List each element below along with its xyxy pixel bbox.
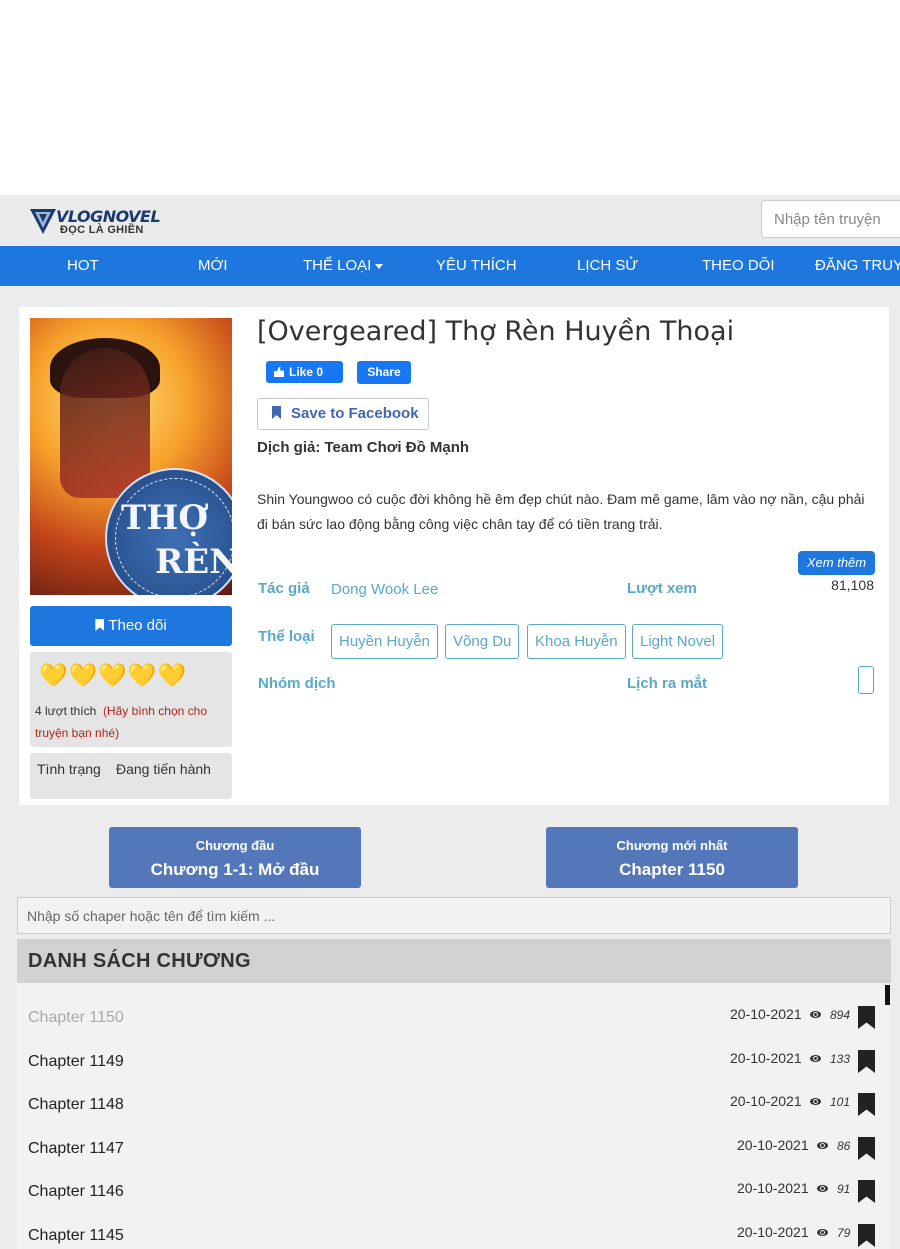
chapter-date: 20-10-2021	[737, 1180, 809, 1196]
chapter-list-title: DANH SÁCH CHƯƠNG	[28, 950, 251, 972]
chapter-date: 20-10-2021	[737, 1224, 809, 1240]
chapter-name[interactable]: Chapter 1150	[28, 1009, 124, 1027]
chapter-row[interactable]: Chapter 1150 20-10-2021 894	[17, 994, 891, 1037]
scrollbar-thumb[interactable]	[885, 985, 890, 1005]
save-to-facebook-button[interactable]: Save to Facebook	[257, 398, 429, 430]
bookmark-icon[interactable]	[858, 1050, 875, 1073]
chapter-date: 20-10-2021	[730, 1006, 802, 1022]
cover-text-1: THỢ	[121, 498, 209, 538]
nav-genre-label: THỂ LOẠI	[303, 257, 372, 274]
chapter-row[interactable]: Chapter 1148 20-10-2021 101	[17, 1081, 891, 1124]
first-chapter-title: Chương 1-1: Mở đầu	[150, 860, 320, 879]
status-value: Đang tiến hành	[116, 761, 211, 777]
eye-icon	[817, 1142, 828, 1149]
save-facebook-label: Save to Facebook	[291, 405, 419, 422]
novel-title: [Overgeared] Thợ Rèn Huyền Thoại	[257, 316, 735, 347]
latest-chapter-title: Chapter 1150	[619, 860, 725, 879]
nav-post-story[interactable]: ĐĂNG TRUYỆN	[815, 246, 900, 286]
site-logo[interactable]: VLOGNOVEL ĐỌC LÀ GHIỀN	[30, 207, 180, 237]
views-count: 81,108	[831, 577, 874, 593]
chapter-views: 894	[830, 1008, 851, 1022]
nav-history[interactable]: LỊCH SỬ	[577, 246, 638, 286]
chapter-row[interactable]: Chapter 1149 20-10-2021 133	[17, 1038, 891, 1081]
chapter-date: 20-10-2021	[737, 1137, 809, 1153]
chapter-date: 20-10-2021	[730, 1093, 802, 1109]
novel-description: Shin Youngwoo có cuộc đời không hề êm đẹ…	[257, 491, 865, 532]
status-box: Tình trạng Đang tiến hành	[30, 753, 232, 799]
chapter-views: 86	[837, 1139, 851, 1153]
rating-hearts[interactable]: 💛💛💛💛💛	[39, 662, 187, 689]
bookmark-icon	[272, 406, 281, 419]
eye-icon	[810, 1098, 821, 1105]
caret-down-icon	[375, 263, 384, 269]
chapter-views: 101	[830, 1095, 851, 1109]
nav-favorite[interactable]: YÊU THÍCH	[436, 246, 517, 286]
chapter-name[interactable]: Chapter 1149	[28, 1053, 124, 1071]
chapter-row[interactable]: Chapter 1146 20-10-2021 91	[17, 1168, 891, 1211]
nav-following[interactable]: THEO DÕI	[702, 246, 775, 286]
chapter-list-header: DANH SÁCH CHƯƠNG	[17, 939, 891, 983]
likes-text: 4 lượt thích (Hãy bình chọn cho truyện b…	[35, 700, 230, 744]
status-label: Tình trạng	[37, 761, 101, 777]
genre-label: Thể loại	[258, 628, 315, 645]
chapter-search-input[interactable]	[17, 897, 891, 934]
cover-art-figure	[60, 348, 150, 498]
main-nav: HOT MỚI THỂ LOẠI YÊU THÍCH LỊCH SỬ THEO …	[0, 246, 900, 286]
follow-button[interactable]: Theo dõi	[30, 606, 232, 646]
eye-icon	[817, 1185, 828, 1192]
chapter-date: 20-10-2021	[730, 1050, 802, 1066]
bookmark-icon[interactable]	[858, 1224, 875, 1247]
chapter-views: 133	[830, 1052, 851, 1066]
first-chapter-caption: Chương đầu	[195, 838, 275, 853]
eye-icon	[817, 1229, 828, 1236]
chapter-row[interactable]: Chapter 1145 20-10-2021 79	[17, 1212, 891, 1249]
thumbs-up-icon	[274, 367, 284, 377]
chapter-name[interactable]: Chapter 1148	[28, 1096, 124, 1114]
chapter-row[interactable]: Chapter 1147 20-10-2021 86	[17, 1125, 891, 1168]
chapter-name[interactable]: Chapter 1145	[28, 1227, 124, 1245]
bookmark-icon[interactable]	[858, 1093, 875, 1116]
latest-chapter-button[interactable]: Chương mới nhất Chapter 1150	[546, 827, 798, 888]
group-label: Nhóm dịch	[258, 675, 336, 692]
chapter-name[interactable]: Chapter 1146	[28, 1183, 124, 1201]
author-link[interactable]: Dong Wook Lee	[331, 581, 438, 598]
first-chapter-button[interactable]: Chương đầu Chương 1-1: Mở đầu	[109, 827, 361, 888]
nav-genre[interactable]: THỂ LOẠI	[303, 246, 384, 286]
novel-search-input[interactable]	[761, 200, 900, 238]
novel-cover-image: THỢ RÈN	[30, 318, 232, 595]
nav-hot[interactable]: HOT	[67, 246, 99, 286]
eye-icon	[810, 1055, 821, 1062]
nav-new[interactable]: MỚI	[198, 246, 228, 286]
views-label: Lượt xem	[627, 580, 697, 597]
logo-subtitle: ĐỌC LÀ GHIỀN	[60, 224, 144, 236]
chapter-list: Chapter 1150 20-10-2021 894 Chapter 1149…	[17, 983, 891, 1249]
bookmark-icon	[95, 619, 105, 631]
top-bar: VLOGNOVEL ĐỌC LÀ GHIỀN	[0, 195, 900, 246]
genre-tag[interactable]: Huyền Huyễn	[331, 624, 438, 659]
read-more-button[interactable]: Xem thêm	[798, 551, 875, 575]
translator-text: Dịch giả: Team Chơi Đồ Mạnh	[257, 439, 470, 456]
release-label: Lịch ra mắt	[627, 675, 708, 692]
facebook-share-button[interactable]: Share	[357, 361, 411, 384]
release-schedule-box	[858, 666, 874, 694]
logo-mark-icon	[30, 209, 56, 234]
likes-count: 4 lượt thích	[35, 704, 97, 718]
follow-label: Theo dõi	[108, 617, 167, 634]
chapter-name[interactable]: Chapter 1147	[28, 1140, 124, 1158]
cover-text-2: RÈN	[155, 542, 232, 582]
latest-chapter-caption: Chương mới nhất	[616, 838, 728, 853]
bookmark-icon[interactable]	[858, 1137, 875, 1160]
genre-tag[interactable]: Light Novel	[632, 624, 724, 659]
rating-box: 💛💛💛💛💛 4 lượt thích (Hãy bình chọn cho tr…	[30, 652, 232, 747]
chapter-views: 79	[837, 1226, 851, 1240]
author-label: Tác giả	[258, 580, 310, 597]
genre-tag[interactable]: Võng Du	[445, 624, 520, 659]
fb-like-label: Like 0	[289, 365, 324, 379]
bookmark-icon[interactable]	[858, 1180, 875, 1203]
chapter-views: 91	[837, 1182, 851, 1196]
eye-icon	[810, 1011, 821, 1018]
facebook-like-button[interactable]: Like 0	[266, 361, 343, 383]
genre-tag[interactable]: Khoa Huyễn	[527, 624, 626, 659]
bookmark-icon[interactable]	[858, 1006, 875, 1029]
